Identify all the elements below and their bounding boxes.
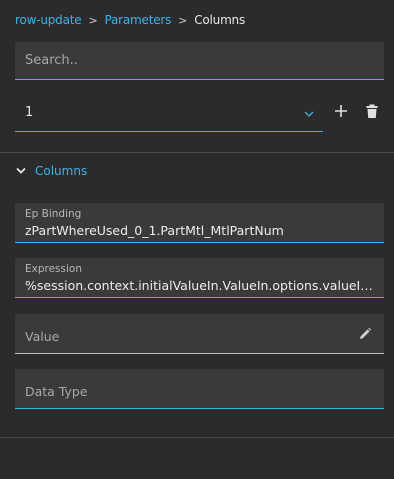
ep-binding-value: zPartWhereUsed_0_1.PartMtl_MtlPartNum [25,223,284,238]
value-field[interactable]: Value [15,314,384,354]
divider [0,437,394,438]
expression-field[interactable]: Expression %session.context.initialValue… [15,258,384,298]
breadcrumb-separator: > [178,13,188,27]
breadcrumb-link-row-update[interactable]: row-update [15,13,82,27]
parameter-selector[interactable]: 1 [15,96,323,132]
ep-binding-label: Ep Binding [25,208,82,220]
parameter-selector-value: 1 [25,105,34,120]
pencil-icon[interactable] [358,327,372,341]
expression-value: %session.context.initialValueIn.ValueIn.… [25,278,376,293]
breadcrumb-link-parameters[interactable]: Parameters [104,13,171,27]
section-title: Columns [35,164,88,178]
data-type-field[interactable]: Data Type [15,369,384,409]
expression-label: Expression [25,263,82,275]
ep-binding-field[interactable]: Ep Binding zPartWhereUsed_0_1.PartMtl_Mt… [15,203,384,243]
chevron-down-icon [304,111,314,117]
breadcrumb-current: Columns [194,13,246,27]
data-type-placeholder: Data Type [25,384,88,399]
search-input[interactable] [15,42,384,80]
breadcrumb-separator: > [88,13,98,27]
divider [0,152,394,153]
value-placeholder: Value [25,329,60,344]
trash-icon[interactable] [364,103,380,119]
plus-icon[interactable] [333,103,349,119]
chevron-down-icon [16,167,26,174]
breadcrumb: row-update > Parameters > Columns [15,13,245,27]
columns-section-toggle[interactable]: Columns [15,164,87,178]
